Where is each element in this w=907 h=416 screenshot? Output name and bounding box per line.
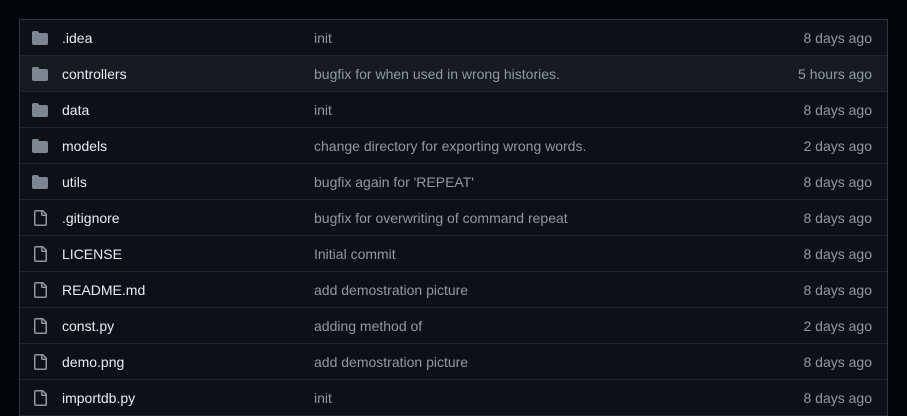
file-icon [32,354,48,370]
folder-icon [32,138,48,154]
commit-age: 8 days ago [803,173,873,190]
file-row-controllers[interactable]: controllers bugfix for when used in wron… [20,56,887,92]
file-name-link[interactable]: utils [62,172,87,192]
commit-message-link[interactable]: init [314,388,332,408]
file-icon [32,318,48,334]
file-icon [32,210,48,226]
commit-message-link[interactable]: bugfix for when used in wrong histories. [314,64,560,84]
file-name-link[interactable]: LICENSE [62,244,122,264]
file-name-link[interactable]: const.py [62,316,114,336]
file-row-idea[interactable]: .idea init 8 days ago [20,20,887,56]
file-list-table: .idea init 8 days ago controllers bugfix… [19,19,888,416]
file-name-link[interactable]: README.md [62,280,145,300]
file-icon [32,282,48,298]
commit-age: 8 days ago [803,29,873,46]
file-name-link[interactable]: models [62,136,107,156]
commit-age: 2 days ago [803,137,873,154]
folder-icon [32,66,48,82]
commit-message-link[interactable]: Initial commit [314,244,396,264]
commit-message-link[interactable]: add demostration picture [314,352,468,372]
commit-message-link[interactable]: bugfix again for 'REPEAT' [314,172,474,192]
file-name-link[interactable]: data [62,100,89,120]
folder-icon [32,102,48,118]
commit-age: 8 days ago [803,353,873,370]
commit-age: 8 days ago [803,389,873,406]
commit-age: 8 days ago [803,101,873,118]
folder-icon [32,30,48,46]
commit-message-link[interactable]: init [314,100,332,120]
file-row-data[interactable]: data init 8 days ago [20,92,887,128]
file-row-utils[interactable]: utils bugfix again for 'REPEAT' 8 days a… [20,164,887,200]
file-name-link[interactable]: demo.png [62,352,124,372]
commit-message-link[interactable]: init [314,28,332,48]
file-name-link[interactable]: controllers [62,64,127,84]
commit-message-link[interactable]: adding method of [314,316,422,336]
file-row-gitignore[interactable]: .gitignore bugfix for overwriting of com… [20,200,887,236]
folder-icon [32,174,48,190]
commit-message-link[interactable]: change directory for exporting wrong wor… [314,136,586,156]
file-name-link[interactable]: .gitignore [62,208,120,228]
commit-message-link[interactable]: add demostration picture [314,280,468,300]
commit-age: 8 days ago [803,209,873,226]
file-row-const-py[interactable]: const.py adding method of 2 days ago [20,308,887,344]
file-icon [32,390,48,406]
commit-age: 8 days ago [803,245,873,262]
file-row-importdb-py[interactable]: importdb.py init 8 days ago [20,380,887,416]
file-row-demo-png[interactable]: demo.png add demostration picture 8 days… [20,344,887,380]
commit-age: 8 days ago [803,281,873,298]
file-name-link[interactable]: .idea [62,28,92,48]
file-icon [32,246,48,262]
file-row-readme-md[interactable]: README.md add demostration picture 8 day… [20,272,887,308]
commit-age: 2 days ago [803,317,873,334]
commit-message-link[interactable]: bugfix for overwriting of command repeat [314,208,568,228]
file-row-models[interactable]: models change directory for exporting wr… [20,128,887,164]
commit-age: 5 hours ago [798,65,872,82]
file-row-license[interactable]: LICENSE Initial commit 8 days ago [20,236,887,272]
file-name-link[interactable]: importdb.py [62,388,135,408]
